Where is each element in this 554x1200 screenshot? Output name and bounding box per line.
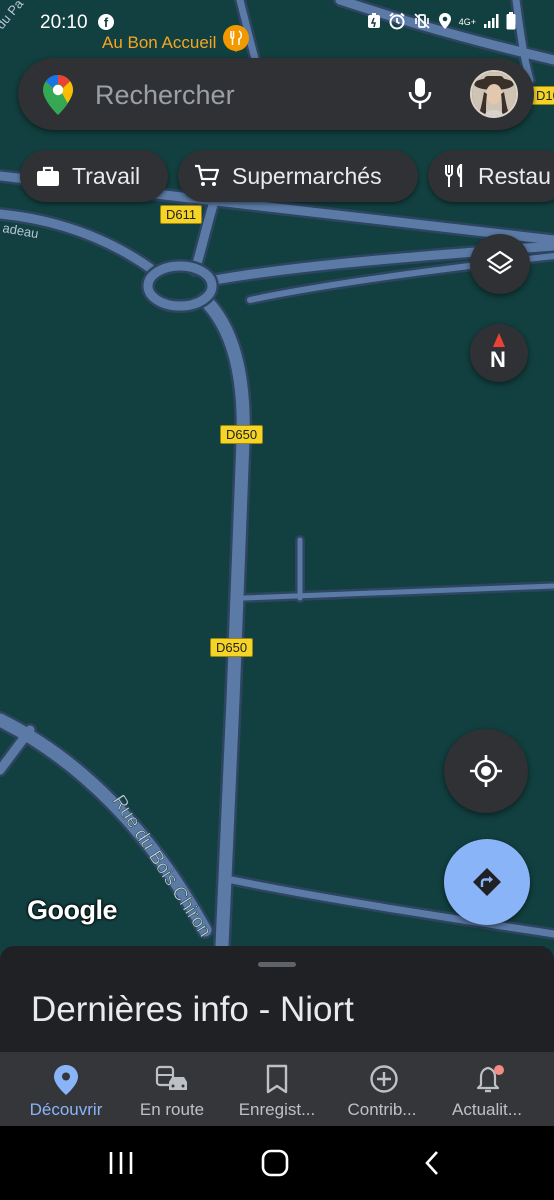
add-circle-icon — [370, 1065, 398, 1093]
search-input[interactable]: Rechercher — [95, 80, 235, 111]
tab-label: En route — [139, 1100, 205, 1119]
road-sign-d611: D611 — [160, 205, 203, 224]
commute-icon — [155, 1065, 187, 1090]
tab-contribuer[interactable]: Contrib... — [327, 1060, 437, 1122]
briefcase-icon — [37, 166, 59, 186]
tab-label: Actualit... — [452, 1100, 522, 1119]
shopping-cart-icon — [195, 164, 220, 186]
category-chips: Travail Supermarchés Restau — [18, 150, 554, 204]
layers-icon — [486, 250, 514, 275]
road-sign-d650: D650 — [220, 425, 264, 444]
location-pin-icon — [54, 1065, 78, 1095]
microphone-icon[interactable] — [406, 76, 434, 112]
latest-info-sheet[interactable]: Dernières info - Niort — [0, 946, 554, 1052]
status-time: 20:10 — [40, 12, 88, 33]
tab-label: Enregist... — [238, 1100, 316, 1119]
status-bar: 20:10 f 4G+ — [0, 0, 554, 46]
back-icon[interactable] — [418, 1148, 448, 1178]
status-icons: 4G+ — [367, 12, 516, 33]
road-sign-d650: D650 — [210, 638, 254, 657]
chip-label: Supermarchés — [232, 162, 382, 189]
my-location-button[interactable] — [444, 729, 528, 813]
directions-icon — [473, 868, 501, 896]
layers-button[interactable] — [470, 234, 530, 294]
directions-button[interactable] — [444, 839, 530, 925]
chip-label: Restau — [478, 162, 551, 189]
sheet-title: Dernières info - Niort — [31, 990, 354, 1029]
battery-saver-icon — [367, 13, 381, 32]
profile-photo-icon — [472, 72, 516, 116]
tab-actualites[interactable]: Actualit... — [432, 1060, 542, 1122]
bookmark-icon — [266, 1064, 288, 1094]
tab-label: Contrib... — [347, 1100, 417, 1119]
tab-en-route[interactable]: En route — [117, 1060, 227, 1122]
tab-label: Découvrir — [29, 1100, 103, 1119]
google-attribution: Google — [27, 895, 118, 925]
location-icon — [438, 12, 452, 33]
network-type-label: 4G+ — [458, 17, 476, 27]
system-navigation-bar — [0, 1126, 554, 1200]
alarm-icon — [388, 12, 406, 33]
chip-label: Travail — [72, 162, 141, 189]
chip-supermarches[interactable]: Supermarchés — [178, 150, 418, 202]
facebook-notification-icon: f — [98, 14, 114, 30]
vibrate-mute-icon — [413, 12, 431, 33]
chip-restaurants[interactable]: Restau — [428, 150, 554, 202]
battery-icon — [506, 12, 516, 33]
google-maps-logo-icon — [43, 75, 73, 115]
compass-button[interactable]: N — [470, 324, 528, 382]
recent-apps-icon[interactable] — [106, 1148, 136, 1178]
bell-icon — [476, 1065, 504, 1093]
signal-icon — [483, 13, 499, 32]
sheet-drag-handle[interactable] — [258, 962, 296, 967]
home-icon[interactable] — [260, 1148, 290, 1178]
chip-travail[interactable]: Travail — [20, 150, 168, 202]
bottom-navigation: Découvrir En route Enregist... Contrib..… — [0, 1052, 554, 1126]
fork-knife-icon — [445, 164, 463, 187]
compass-label: N — [490, 347, 506, 372]
tab-decouvrir[interactable]: Découvrir — [11, 1060, 121, 1122]
avatar[interactable] — [470, 70, 518, 118]
tab-enregistres[interactable]: Enregist... — [222, 1060, 332, 1122]
compass-needle-icon — [493, 333, 505, 347]
my-location-icon — [470, 755, 502, 787]
search-bar[interactable]: Rechercher — [18, 58, 534, 130]
